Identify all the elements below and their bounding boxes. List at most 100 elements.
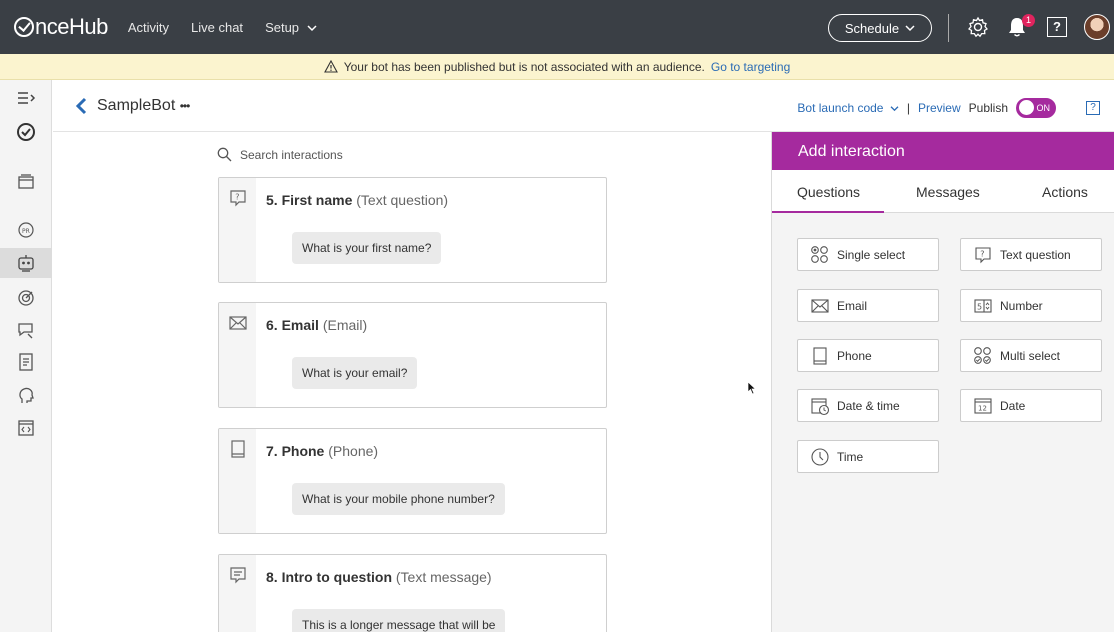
single-select-button[interactable]: Single select [797,238,939,271]
card-type: (Text message) [395,569,492,585]
interaction-card[interactable]: ? 5. First name (Text question) What is … [218,177,607,283]
schedule-button[interactable]: Schedule [828,14,932,42]
bot-header: SampleBot ••• Bot launch code | Preview … [53,80,1114,132]
warning-banner: Your bot has been published but is not a… [0,54,1114,80]
number-button[interactable]: 5 Number [960,289,1102,322]
layers-icon[interactable] [16,172,36,192]
svg-text:?: ? [235,193,239,202]
card-name: 8. Intro to question [266,569,392,585]
back-chevron-icon[interactable] [75,97,87,115]
text-question-icon: ? [230,190,246,207]
sidebar-item-chatbots[interactable] [0,248,52,278]
banner-message: Your bot has been published but is not a… [343,59,705,74]
preview-link[interactable]: Preview [918,101,961,115]
tab-questions[interactable]: Questions [797,184,860,200]
brand-name: nceHub [35,14,108,39]
interaction-tabs: Questions Messages Actions [772,170,1114,213]
card-name: 5. First name [266,192,353,208]
number-icon: 5 [974,298,992,313]
chevron-down-icon [890,106,899,112]
interaction-card[interactable]: 8. Intro to question (Text message) This… [218,554,607,632]
tab-actions[interactable]: Actions [1042,184,1088,200]
bot-launch-code-label: Bot launch code [797,101,884,115]
interaction-card[interactable]: 6. Email (Email) What is your email? [218,302,607,408]
gear-icon[interactable] [967,16,989,38]
email-button[interactable]: Email [797,289,939,322]
schedule-label: Schedule [844,20,900,36]
add-interaction-panel: Add interaction Questions Messages Actio… [771,132,1114,632]
nav-live-chat[interactable]: Live chat [191,20,243,35]
nav-setup-label: Setup [265,19,300,35]
target-icon[interactable] [16,288,36,308]
svg-text:?: ? [980,249,984,258]
phone-icon [813,346,827,365]
card-title: 5. First name (Text question) [266,192,448,208]
svg-text:12: 12 [978,404,987,412]
panel-title: Add interaction [772,132,1114,170]
help-icon[interactable]: ? [1086,101,1100,115]
brand-logo[interactable]: nceHub [14,14,108,40]
card-title: 7. Phone (Phone) [266,443,378,459]
envelope-icon [229,316,247,330]
email-label: Email [837,298,868,313]
card-title: 6. Email (Email) [266,317,367,333]
check-circle-icon[interactable] [16,122,36,142]
head-icon[interactable] [16,386,36,406]
clock-icon [811,447,829,466]
search-interactions[interactable]: Search interactions [217,147,343,162]
interactions-canvas: Search interactions ? 5. First name (Tex… [53,132,771,632]
code-icon[interactable] [16,418,36,438]
card-type: (Phone) [328,443,379,459]
bot-launch-code-dropdown[interactable]: Bot launch code [797,101,899,115]
form-icon[interactable] [16,352,36,372]
interaction-card[interactable]: 7. Phone (Phone) What is your mobile pho… [218,428,607,534]
questions-list: Single select ? Text question Email 5 Nu… [772,213,1114,632]
search-icon [217,147,232,162]
publish-label: Publish [968,101,1008,115]
separator: | [906,101,910,115]
more-options-icon[interactable]: ••• [180,99,191,113]
time-button[interactable]: Time [797,440,939,473]
single-select-icon [811,245,828,263]
phone-button[interactable]: Phone [797,339,939,372]
multi-select-icon [974,346,991,364]
date-time-button[interactable]: Date & time [797,389,939,422]
nav-divider [948,14,949,42]
tab-messages[interactable]: Messages [916,184,980,200]
publish-toggle[interactable]: ON [1016,98,1056,118]
expand-menu-icon[interactable] [16,88,36,108]
multi-select-button[interactable]: Multi select [960,339,1102,372]
left-sidebar: PR [0,80,52,632]
text-question-icon: ? [975,246,991,263]
nav-activity[interactable]: Activity [128,20,169,35]
bot-title: SampleBot ••• [97,97,191,115]
multi-select-label: Multi select [1000,348,1061,363]
card-title: 8. Intro to question (Text message) [266,569,492,585]
bot-name: SampleBot [97,97,176,114]
card-name: 6. Email [266,317,319,333]
card-name: 7. Phone [266,443,325,459]
routing-icon[interactable]: PR [16,220,36,240]
single-select-label: Single select [837,247,906,262]
top-navigation-bar: nceHub Activity Live chat Setup Schedule… [0,0,1114,54]
date-button[interactable]: 12 Date [960,389,1102,422]
help-icon[interactable]: ? [1047,17,1067,37]
calendar-icon: 12 [974,397,992,414]
mouse-cursor-icon [747,381,757,395]
chevron-down-icon [307,24,317,31]
chevron-down-icon [905,25,915,32]
text-question-button[interactable]: ? Text question [960,238,1102,271]
nav-setup[interactable]: Setup [265,20,317,35]
time-label: Time [837,449,864,464]
go-to-targeting-link[interactable]: Go to targeting [711,60,790,74]
notification-badge: 1 [1022,14,1035,27]
text-question-label: Text question [1000,247,1071,262]
avatar[interactable] [1084,14,1110,40]
date-time-label: Date & time [837,398,900,413]
card-type: (Email) [322,317,368,333]
number-label: Number [1000,298,1043,313]
search-input[interactable]: Search interactions [240,148,343,162]
date-time-icon [811,397,830,415]
chat-edit-icon[interactable] [16,320,36,340]
robot-icon [18,255,34,272]
